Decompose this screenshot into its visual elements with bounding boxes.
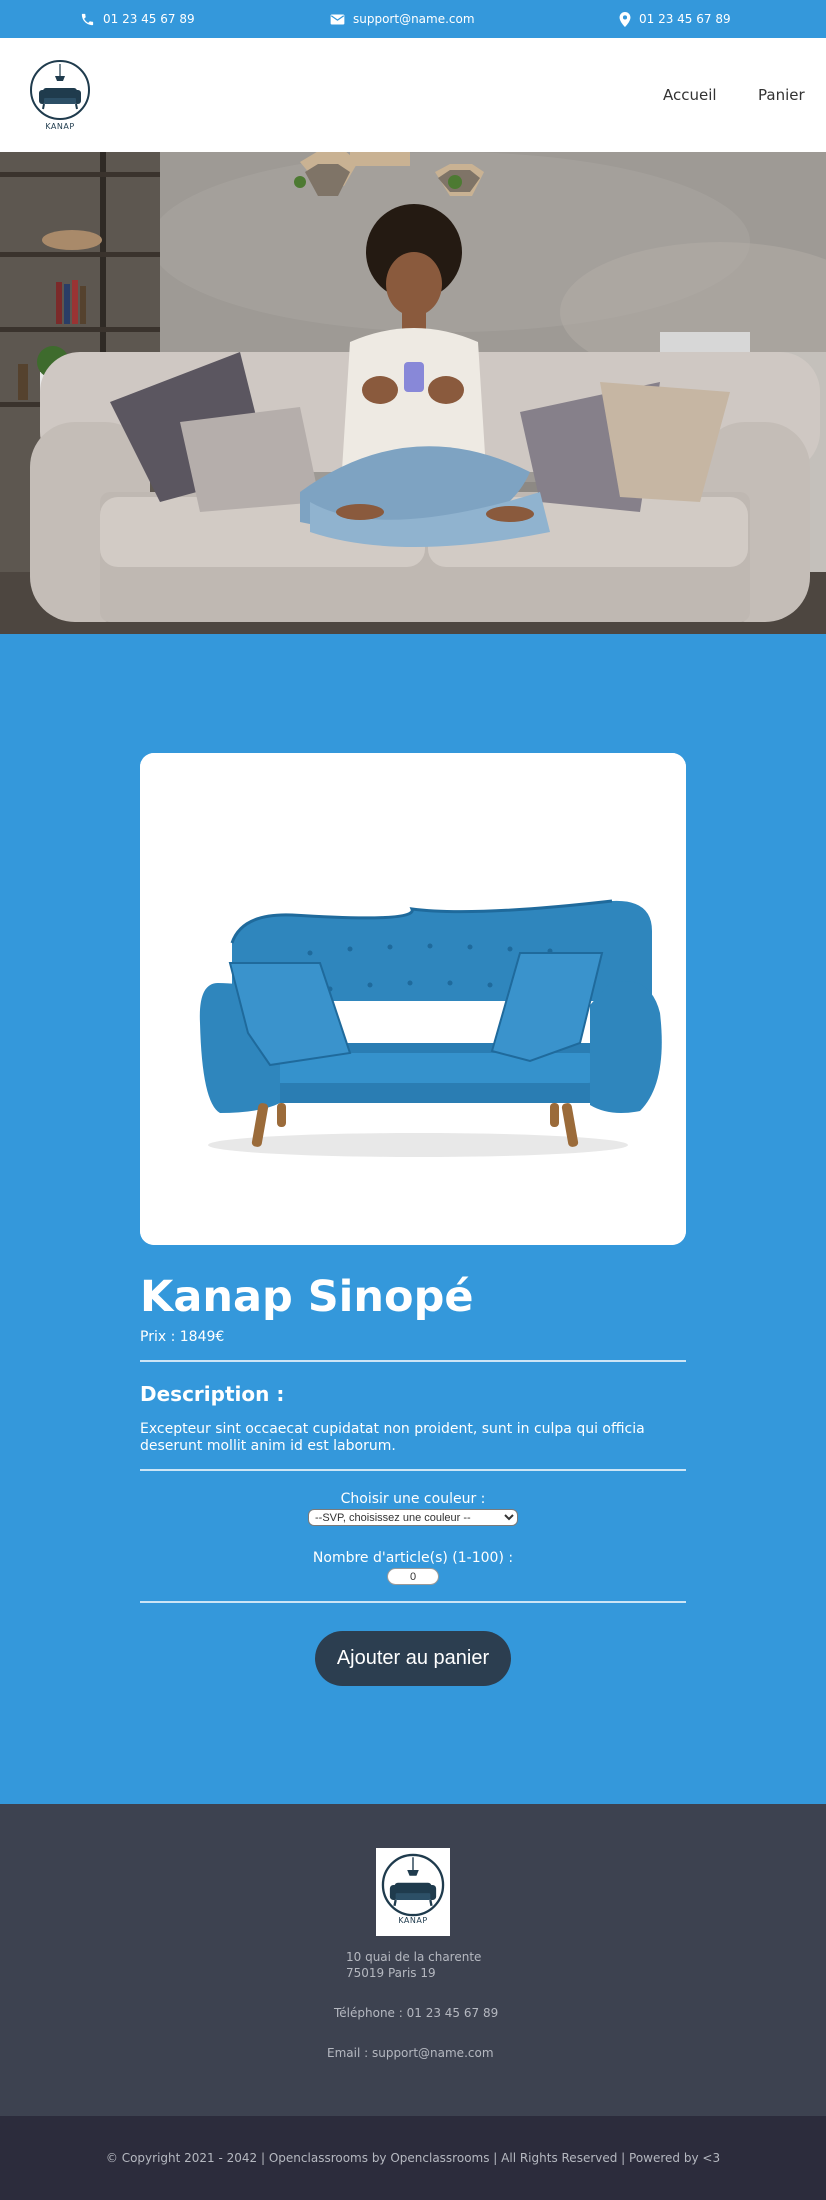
footer-address-line2: 75019 Paris 19: [346, 1966, 436, 1980]
logo-sofa-icon: [381, 1853, 445, 1917]
add-to-cart-button[interactable]: Ajouter au panier: [315, 1631, 511, 1686]
location-pin-icon: [619, 11, 631, 27]
description-text: Excepteur sint occaecat cupidatat non pr…: [140, 1421, 645, 1454]
copyright-bar: © Copyright 2021 - 2042 | Openclassrooms…: [0, 2116, 826, 2200]
price-value: 1849: [179, 1329, 216, 1345]
footer-email[interactable]: Email : support@name.com: [327, 2046, 494, 2060]
logo[interactable]: KANAP: [28, 58, 92, 132]
footer-address-line1: 10 quai de la charente: [346, 1950, 482, 1964]
product-image-card: [140, 753, 686, 1245]
footer-logo[interactable]: KANAP: [376, 1848, 450, 1936]
color-label: Choisir une couleur :: [340, 1491, 486, 1507]
nav-link-cart[interactable]: Panier: [758, 86, 805, 104]
product-title: Kanap Sinopé: [140, 1272, 474, 1322]
contact-email[interactable]: support@name.com: [330, 0, 475, 38]
site-header: KANAP Accueil Panier: [0, 38, 826, 152]
site-footer: KANAP 10 quai de la charente 75019 Paris…: [0, 1804, 826, 2116]
description-title: Description :: [140, 1382, 285, 1406]
contact-phone-right[interactable]: 01 23 45 67 89: [619, 0, 731, 38]
copyright-text: © Copyright 2021 - 2042 | Openclassrooms…: [105, 2151, 721, 2165]
price-currency: €: [215, 1329, 225, 1345]
product-price: Prix : 1849€: [140, 1329, 224, 1345]
hero-banner: [0, 152, 826, 634]
color-select[interactable]: --SVP, choisissez une couleur --: [308, 1509, 518, 1526]
sofa-product-image: [140, 753, 686, 1245]
phone-text: 01 23 45 67 89: [103, 12, 195, 26]
hero-living-room-image: [0, 152, 826, 634]
footer-phone: Téléphone : 01 23 45 67 89: [334, 2006, 499, 2020]
phone-text: 01 23 45 67 89: [639, 12, 731, 26]
mail-icon: [330, 13, 345, 26]
footer-logo-text: KANAP: [398, 1916, 428, 1925]
price-label: Prix :: [140, 1329, 180, 1345]
divider: [140, 1469, 686, 1471]
contact-bar: 01 23 45 67 89 support@name.com 01 23 45…: [0, 0, 826, 38]
quantity-input[interactable]: [387, 1568, 439, 1585]
divider: [140, 1360, 686, 1362]
logo-sofa-icon: [30, 60, 90, 120]
contact-phone-left[interactable]: 01 23 45 67 89: [80, 0, 195, 38]
quantity-label: Nombre d'article(s) (1-100) :: [312, 1550, 514, 1566]
nav-link-home[interactable]: Accueil: [663, 86, 717, 104]
phone-icon: [80, 12, 95, 27]
divider: [140, 1601, 686, 1603]
email-text: support@name.com: [353, 12, 475, 26]
logo-text: KANAP: [45, 122, 75, 131]
